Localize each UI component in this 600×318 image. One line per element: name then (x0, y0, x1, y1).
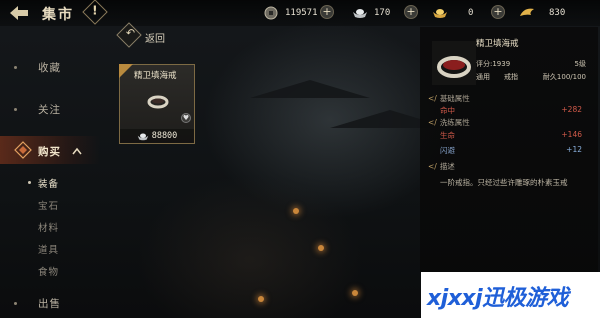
chevron-up-icon[interactable] (72, 147, 82, 155)
nav-item-sell[interactable]: 出售 (38, 296, 61, 311)
detail-level: 5级 (574, 60, 586, 68)
help-icon: ! (92, 3, 98, 18)
return-label[interactable]: 返回 (145, 30, 165, 45)
nav-item-buy[interactable]: 购买 (38, 144, 61, 159)
sub-nav-materials[interactable]: 材料 (38, 220, 59, 234)
help-button[interactable]: ! (82, 0, 108, 25)
detail-score: 评分:1939 (476, 60, 511, 68)
listing-price-value: 88800 (151, 131, 178, 141)
sub-nav-equipment[interactable]: 装备 (38, 176, 59, 190)
silver-ingot-icon (137, 133, 148, 140)
ring-detail-icon (432, 41, 476, 85)
ring-icon (147, 95, 169, 109)
wing-amount: 830 (549, 8, 566, 18)
currency-wing: 830 (519, 4, 565, 22)
listing-item-name: 精卫填海戒 (134, 71, 177, 81)
detail-durability: 耐久100/100 (542, 73, 586, 81)
nav-dot (14, 302, 17, 305)
background-lantern (352, 290, 358, 296)
add-gold-button[interactable]: + (491, 5, 505, 19)
background-lantern (293, 208, 299, 214)
card-corner-badge (119, 64, 133, 78)
detail-usage: 通用 (476, 73, 490, 81)
page-title: 集市 (42, 7, 74, 23)
detail-slot: 戒指 (504, 73, 518, 81)
coin-amount: 119571 (285, 8, 318, 18)
favorite-heart-button[interactable]: ♥ (181, 113, 191, 123)
add-silver-button[interactable]: + (404, 5, 418, 19)
refine-attributes-title: 洗练属性 (439, 118, 470, 127)
stat-hp-value: +146 (561, 130, 582, 139)
back-arrow-icon[interactable] (8, 4, 30, 22)
stat-hit-value: +282 (561, 105, 582, 114)
gold-ingot-icon (433, 9, 447, 18)
sub-nav-items[interactable]: 道具 (38, 242, 59, 256)
description-header: </描述 (428, 161, 455, 172)
listing-price: 88800 (120, 129, 194, 143)
silver-amount: 170 (374, 8, 391, 18)
nav-item-favorites[interactable]: 收藏 (38, 60, 61, 75)
item-listing-card[interactable]: 精卫填海戒 ♥ 88800 (119, 64, 195, 144)
currency-silver: 170 (352, 4, 390, 22)
return-arrow-icon: ↶ (125, 26, 136, 40)
stat-hit-label: 命中 (440, 106, 455, 115)
detail-item-name: 精卫填海戒 (476, 39, 519, 49)
sub-nav-gems[interactable]: 宝石 (38, 198, 59, 212)
item-detail-panel: 精卫填海戒 评分:1939 5级 通用 戒指 耐久100/100 </基础属性 … (420, 27, 598, 273)
sub-nav-active-dot (28, 181, 31, 184)
gold-amount: 0 (468, 8, 474, 18)
site-watermark: xjxxj迅极游戏 (421, 272, 600, 318)
background-roof (250, 80, 370, 98)
sub-nav-food[interactable]: 食物 (38, 264, 59, 278)
nav-item-follow[interactable]: 关注 (38, 102, 61, 117)
top-bar: 集市 ! 119571 + 170 + 0 + 830 (0, 0, 600, 26)
coin-icon (264, 6, 278, 20)
currency-coin: 119571 (263, 4, 318, 22)
buy-emblem-icon (14, 141, 32, 159)
section-arrow-icon: </ (428, 94, 437, 103)
section-arrow-icon: </ (428, 118, 437, 127)
stat-hp-label: 生命 (440, 131, 455, 140)
nav-dot (14, 66, 17, 69)
basic-attributes-title: 基础属性 (439, 94, 470, 103)
watermark-text: xjxxj迅极游戏 (427, 286, 569, 311)
currency-gold: 0 (432, 4, 473, 22)
refine-attributes-header: </洗练属性 (428, 117, 470, 128)
wing-token-icon (520, 8, 534, 16)
basic-attributes-header: </基础属性 (428, 93, 470, 104)
item-description: 一阶戒指。只经过些许雕琢的朴素玉戒 (440, 178, 568, 187)
background-lantern (258, 296, 264, 302)
add-coin-button[interactable]: + (320, 5, 334, 19)
stat-dodge-value: +12 (566, 145, 582, 154)
background-lantern (318, 245, 324, 251)
section-arrow-icon: </ (428, 162, 437, 171)
silver-ingot-icon (353, 9, 367, 18)
nav-dot (14, 108, 17, 111)
description-title: 描述 (439, 162, 455, 171)
stat-dodge-label: 闪避 (440, 146, 455, 155)
